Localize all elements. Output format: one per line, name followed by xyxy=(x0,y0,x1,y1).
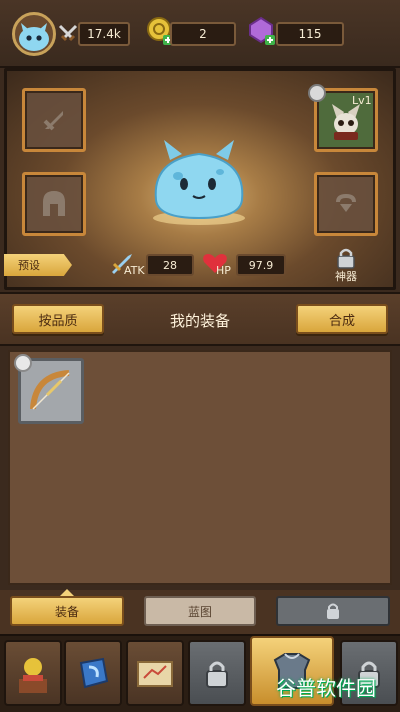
tab-equipment[interactable]: 装备 xyxy=(10,596,124,626)
hp-value: 97.9 xyxy=(236,254,286,276)
tab-blueprint[interactable]: 蓝图 xyxy=(144,596,256,626)
active-tab-indicator xyxy=(60,589,74,596)
ring-icon xyxy=(336,194,356,212)
lock-icon xyxy=(206,661,228,688)
armor-type-icon xyxy=(308,84,326,102)
lock-icon xyxy=(337,248,355,269)
nav-map[interactable] xyxy=(126,640,184,706)
hp-label: HP xyxy=(216,264,231,277)
artifact-button[interactable]: 神器 xyxy=(326,246,366,286)
gem-icon[interactable] xyxy=(248,16,276,46)
watermark: 谷普软件园 xyxy=(276,676,376,700)
craft-button[interactable]: 合成 xyxy=(296,304,388,334)
atk-label: ATK xyxy=(124,264,145,277)
nav-runes[interactable] xyxy=(64,640,122,706)
nav-locked[interactable] xyxy=(188,640,246,706)
slime-hero[interactable] xyxy=(144,136,254,226)
weapon-slot[interactable] xyxy=(22,88,86,152)
sort-by-quality-button[interactable]: 按品质 xyxy=(12,304,104,334)
rune-stone-icon xyxy=(79,657,109,689)
nav-hero[interactable] xyxy=(4,640,62,706)
weapon-type-icon xyxy=(14,354,32,372)
helmet-icon xyxy=(43,191,65,216)
map-scroll-icon xyxy=(137,661,173,687)
power-value: 17.4k xyxy=(78,22,130,46)
atk-value: 28 xyxy=(146,254,194,276)
artifact-label: 神器 xyxy=(335,270,357,283)
panel-title: 我的装备 xyxy=(169,312,230,330)
gem-value: 115 xyxy=(276,22,344,46)
armor-level: Lv1 xyxy=(352,94,372,107)
preset-button[interactable]: 预设 xyxy=(4,254,72,276)
lock-icon xyxy=(327,603,339,619)
ring-slot[interactable] xyxy=(314,172,378,236)
shrine-icon xyxy=(19,658,47,693)
bow-icon xyxy=(30,370,70,410)
sword-icon xyxy=(43,111,63,131)
player-avatar[interactable] xyxy=(12,12,56,56)
slime-avatar-icon xyxy=(19,23,49,51)
helmet-slot[interactable] xyxy=(22,172,86,236)
tab-locked[interactable] xyxy=(276,596,390,626)
equipment-grid xyxy=(8,350,392,585)
gold-value: 2 xyxy=(170,22,236,46)
